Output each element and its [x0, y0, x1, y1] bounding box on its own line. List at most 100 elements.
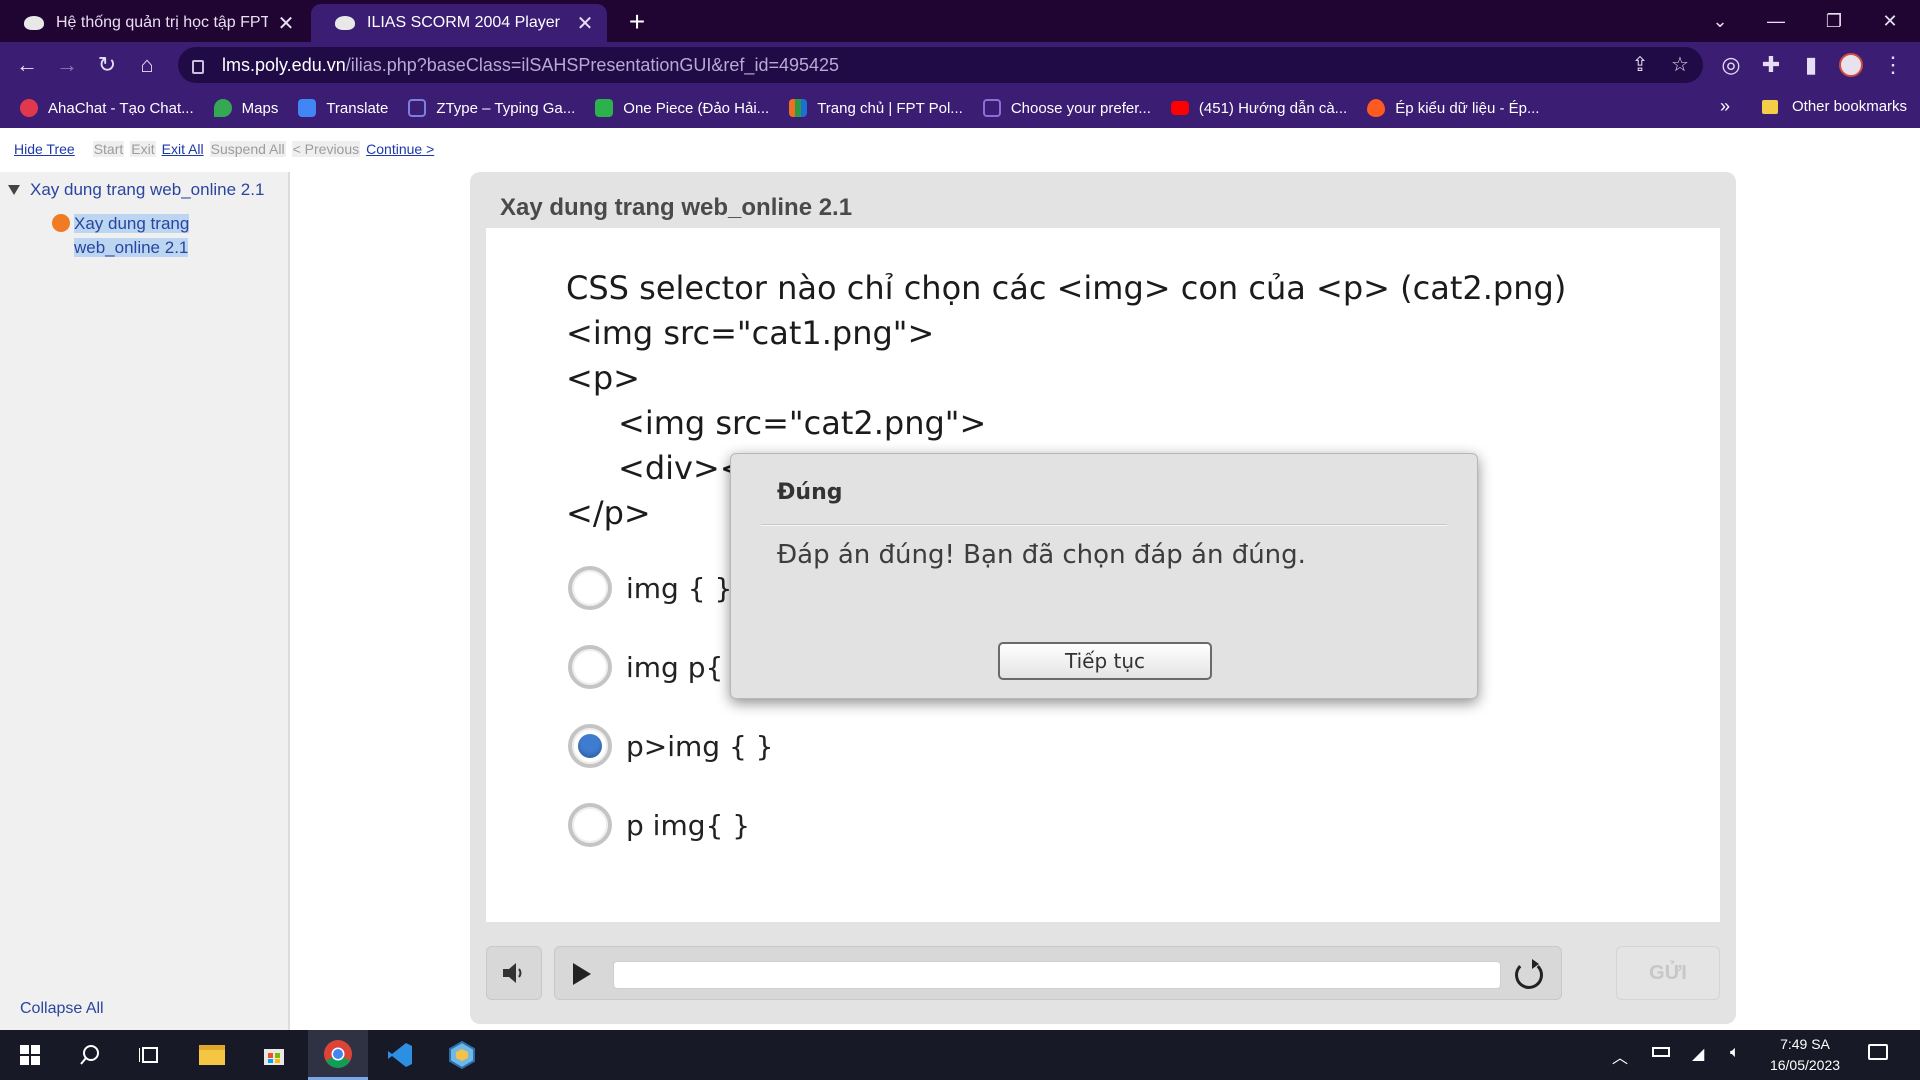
- course-tree: Xay dung trang web_online 2.1 Xay dung t…: [0, 172, 290, 1030]
- extensions-puzzle-icon[interactable]: ✚: [1756, 50, 1786, 80]
- playback-bar: [554, 946, 1562, 1000]
- exit-button[interactable]: Exit: [130, 141, 156, 157]
- tab-lms-home[interactable]: Hệ thống quản trị học tập FPT Po ✕: [0, 4, 308, 42]
- tree-child-label: Xay dung trang web_online 2.1: [74, 214, 190, 257]
- radio-button[interactable]: [568, 803, 612, 847]
- page-content: Hide Tree Start Exit Exit All Suspend Al…: [0, 128, 1920, 1030]
- file-explorer-icon[interactable]: [182, 1030, 242, 1080]
- share-icon[interactable]: ⇪: [1630, 55, 1650, 75]
- bookmark-maps[interactable]: Maps: [213, 99, 278, 117]
- forward-icon[interactable]: →: [52, 50, 82, 80]
- submit-button[interactable]: GỬI: [1616, 946, 1720, 1000]
- chrome-menu-icon[interactable]: ⋮: [1878, 50, 1908, 80]
- tab-close-icon[interactable]: ✕: [575, 11, 595, 36]
- side-panel-icon[interactable]: ▮: [1796, 50, 1826, 80]
- exit-all-link[interactable]: Exit All: [162, 141, 204, 157]
- tab-search-icon[interactable]: ⌄: [1692, 0, 1748, 42]
- tab-favicon-icon: [24, 16, 44, 30]
- tree-child-node[interactable]: Xay dung trang web_online 2.1: [52, 212, 272, 260]
- battery-icon[interactable]: [1652, 1044, 1670, 1062]
- scorm-navigation: Hide Tree Start Exit Exit All Suspend Al…: [14, 141, 434, 157]
- address-bar[interactable]: lms.poly.edu.vn/ilias.php?baseClass=ilSA…: [178, 47, 1703, 83]
- chrome-taskbar-icon[interactable]: [308, 1030, 368, 1080]
- tab-favicon-icon: [335, 16, 355, 30]
- volume-button[interactable]: [486, 946, 542, 1000]
- bookmark-ep-kieu[interactable]: Ép kiểu dữ liệu - Ép...: [1367, 99, 1539, 117]
- tab-close-icon[interactable]: ✕: [276, 11, 296, 36]
- extension-compass-icon[interactable]: ◎: [1716, 50, 1746, 80]
- youtube-icon: [1170, 101, 1189, 115]
- lock-icon: [192, 60, 204, 74]
- bookmark-label: AhaChat - Tạo Chat...: [48, 99, 194, 117]
- notification-center-icon[interactable]: [1868, 1044, 1888, 1065]
- continue-link[interactable]: Continue >: [366, 141, 434, 157]
- vscode-icon[interactable]: [370, 1030, 430, 1080]
- fpt-icon: [789, 99, 808, 117]
- bookmarks-overflow-button[interactable]: »: [1720, 96, 1730, 117]
- system-clock[interactable]: 7:49 SA 16/05/2023: [1760, 1034, 1850, 1076]
- question-line: CSS selector nào chỉ chọn các <img> con …: [566, 269, 1567, 307]
- question-line: <img src="cat1.png">: [566, 314, 935, 352]
- radio-button[interactable]: [568, 645, 612, 689]
- home-icon[interactable]: ⌂: [132, 50, 162, 80]
- answer-option-3[interactable]: p>img { }: [568, 724, 774, 768]
- clock-date: 16/05/2023: [1769, 1057, 1841, 1073]
- tree-root-node[interactable]: Xay dung trang web_online 2.1: [8, 180, 264, 200]
- tree-root-label: Xay dung trang web_online 2.1: [30, 180, 265, 199]
- one-piece-icon: [595, 99, 614, 117]
- url-host: lms.poly.edu.vn: [222, 54, 346, 75]
- answer-option-1[interactable]: img { }: [568, 566, 732, 610]
- option-label: p img{ }: [626, 808, 751, 842]
- minimize-button[interactable]: —: [1748, 0, 1804, 42]
- hide-tree-link[interactable]: Hide Tree: [14, 141, 75, 157]
- bookmark-youtube[interactable]: (451) Hướng dẫn cà...: [1170, 100, 1347, 117]
- task-view-icon[interactable]: [120, 1030, 180, 1080]
- bookmark-ztype[interactable]: ZType – Typing Ga...: [408, 99, 575, 117]
- question-line: <img src="cat2.png">: [618, 404, 987, 442]
- other-bookmarks[interactable]: Other bookmarks: [1762, 98, 1907, 115]
- collapse-all-link[interactable]: Collapse All: [20, 1000, 104, 1018]
- profile-avatar[interactable]: [1836, 50, 1866, 80]
- replay-icon[interactable]: [1515, 959, 1543, 989]
- restore-button[interactable]: ❐: [1806, 0, 1862, 42]
- folder-icon: [1762, 99, 1778, 114]
- translate-icon: [298, 99, 317, 117]
- bookmark-fpt-poly[interactable]: Trang chủ | FPT Pol...: [789, 99, 963, 117]
- bookmark-label: Translate: [326, 99, 389, 117]
- bookmark-one-piece[interactable]: One Piece (Đảo Hải...: [595, 99, 769, 117]
- app-hexagon-icon[interactable]: [432, 1030, 492, 1080]
- tab-bar: Hệ thống quản trị học tập FPT Po ✕ ILIAS…: [0, 0, 1920, 42]
- answer-option-2[interactable]: img p{ }: [568, 645, 750, 689]
- volume-tray-icon[interactable]: 🔈︎: [1730, 1044, 1740, 1062]
- search-icon[interactable]: [60, 1030, 120, 1080]
- player-title: Xay dung trang web_online 2.1: [500, 194, 853, 221]
- bookmark-translate[interactable]: Translate: [298, 99, 388, 117]
- play-icon[interactable]: [573, 963, 591, 985]
- answer-option-4[interactable]: p img{ }: [568, 803, 750, 847]
- scorm-player: Xay dung trang web_online 2.1 CSS select…: [470, 172, 1736, 1024]
- dialog-message: Đáp án đúng! Bạn đã chọn đáp án đúng.: [777, 540, 1306, 570]
- suspend-all-button[interactable]: Suspend All: [209, 141, 286, 157]
- microsoft-store-icon[interactable]: [244, 1030, 304, 1080]
- radio-button[interactable]: [568, 566, 612, 610]
- bookmark-choose-preference[interactable]: Choose your prefer...: [982, 99, 1151, 117]
- radio-button-selected[interactable]: [568, 724, 612, 768]
- tab-title: ILIAS SCORM 2004 Player: [367, 14, 560, 31]
- show-hidden-icons-chevron-icon[interactable]: ︿: [1612, 1044, 1628, 1068]
- expand-triangle-icon[interactable]: [8, 185, 20, 195]
- close-window-button[interactable]: ✕: [1862, 0, 1918, 42]
- bookmark-star-icon[interactable]: ☆: [1670, 55, 1690, 75]
- progress-bar[interactable]: [613, 961, 1501, 989]
- wifi-icon[interactable]: ◢: [1692, 1044, 1704, 1064]
- other-bookmarks-label: Other bookmarks: [1792, 98, 1908, 115]
- tab-scorm-player[interactable]: ILIAS SCORM 2004 Player ✕: [311, 4, 607, 42]
- start-windows-icon[interactable]: [0, 1030, 60, 1080]
- continue-button[interactable]: Tiếp tục: [998, 642, 1212, 680]
- previous-button[interactable]: < Previous: [291, 141, 361, 157]
- bookmark-label: Trang chủ | FPT Pol...: [817, 99, 963, 117]
- new-tab-button[interactable]: +: [622, 6, 652, 38]
- back-icon[interactable]: ←: [12, 50, 42, 80]
- reload-icon[interactable]: ↻: [92, 50, 122, 80]
- bookmark-ahachat[interactable]: AhaChat - Tạo Chat...: [20, 99, 194, 117]
- start-button[interactable]: Start: [92, 141, 125, 157]
